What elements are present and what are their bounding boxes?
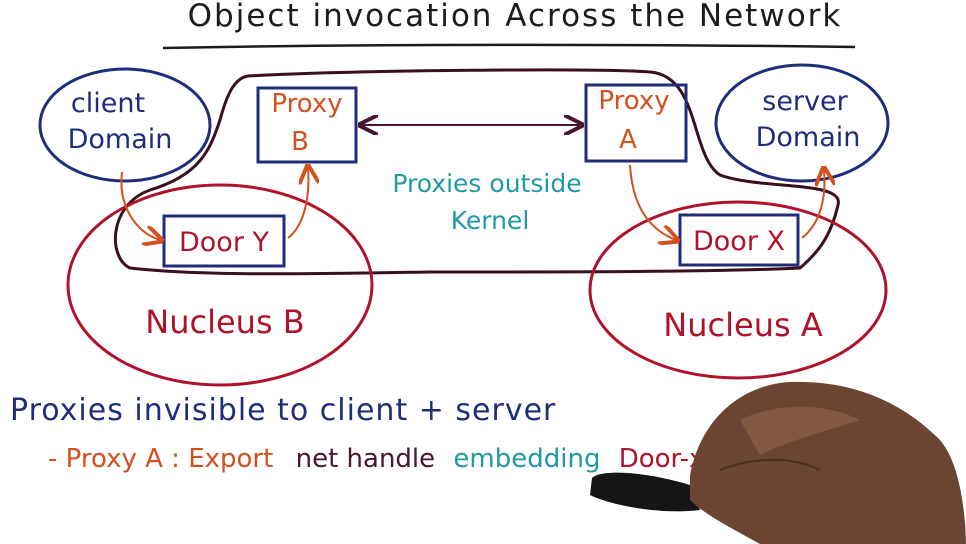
arrow-proxy-a-to-door-x: [629, 164, 676, 240]
proxy-a-label-line1: Proxy: [598, 86, 669, 116]
server-domain-label-line1: server: [762, 86, 848, 117]
whiteboard-diagram: Object invocation Across the Network cli…: [10, 0, 966, 544]
proxy-a-box: Proxy A: [584, 83, 688, 163]
proxy-a-label-line2: A: [619, 125, 637, 155]
marker-pen: [590, 472, 700, 512]
door-y-label: Door Y: [179, 227, 270, 258]
nucleus-b-label: Nucleus B: [145, 303, 304, 341]
note-line-2-prefix: - Proxy A : Export: [48, 444, 273, 474]
server-domain: server Domain: [714, 63, 890, 183]
client-domain-label-line1: client: [71, 88, 145, 119]
note-line-1: Proxies invisible to client + server: [10, 393, 556, 428]
proxy-b-box: Proxy B: [256, 86, 358, 164]
proxy-b-label-line2: B: [291, 127, 309, 157]
proxy-b-label-line1: Proxy: [271, 89, 342, 119]
door-y-box: Door Y: [162, 214, 286, 268]
client-domain-label-line2: Domain: [68, 124, 173, 155]
kernel-note-line2: Kernel: [451, 206, 530, 235]
nucleus-a-label: Nucleus A: [663, 306, 823, 344]
title-underline: [162, 43, 856, 50]
note-line-2-embed: embedding: [453, 444, 600, 474]
client-domain: client Domain: [38, 67, 212, 183]
server-domain-label-line2: Domain: [756, 122, 861, 153]
note-line-2: - Proxy A : Export net handle embedding …: [48, 444, 704, 474]
door-x-label: Door X: [693, 226, 785, 257]
door-x-box: Door X: [678, 213, 800, 267]
kernel-note-line1: Proxies outside: [392, 169, 581, 198]
arrow-door-y-to-proxy-b: [287, 168, 308, 239]
page-title: Object invocation Across the Network: [188, 0, 843, 34]
note-line-2-mid: net handle: [296, 444, 436, 474]
hand-shape: [690, 381, 966, 544]
